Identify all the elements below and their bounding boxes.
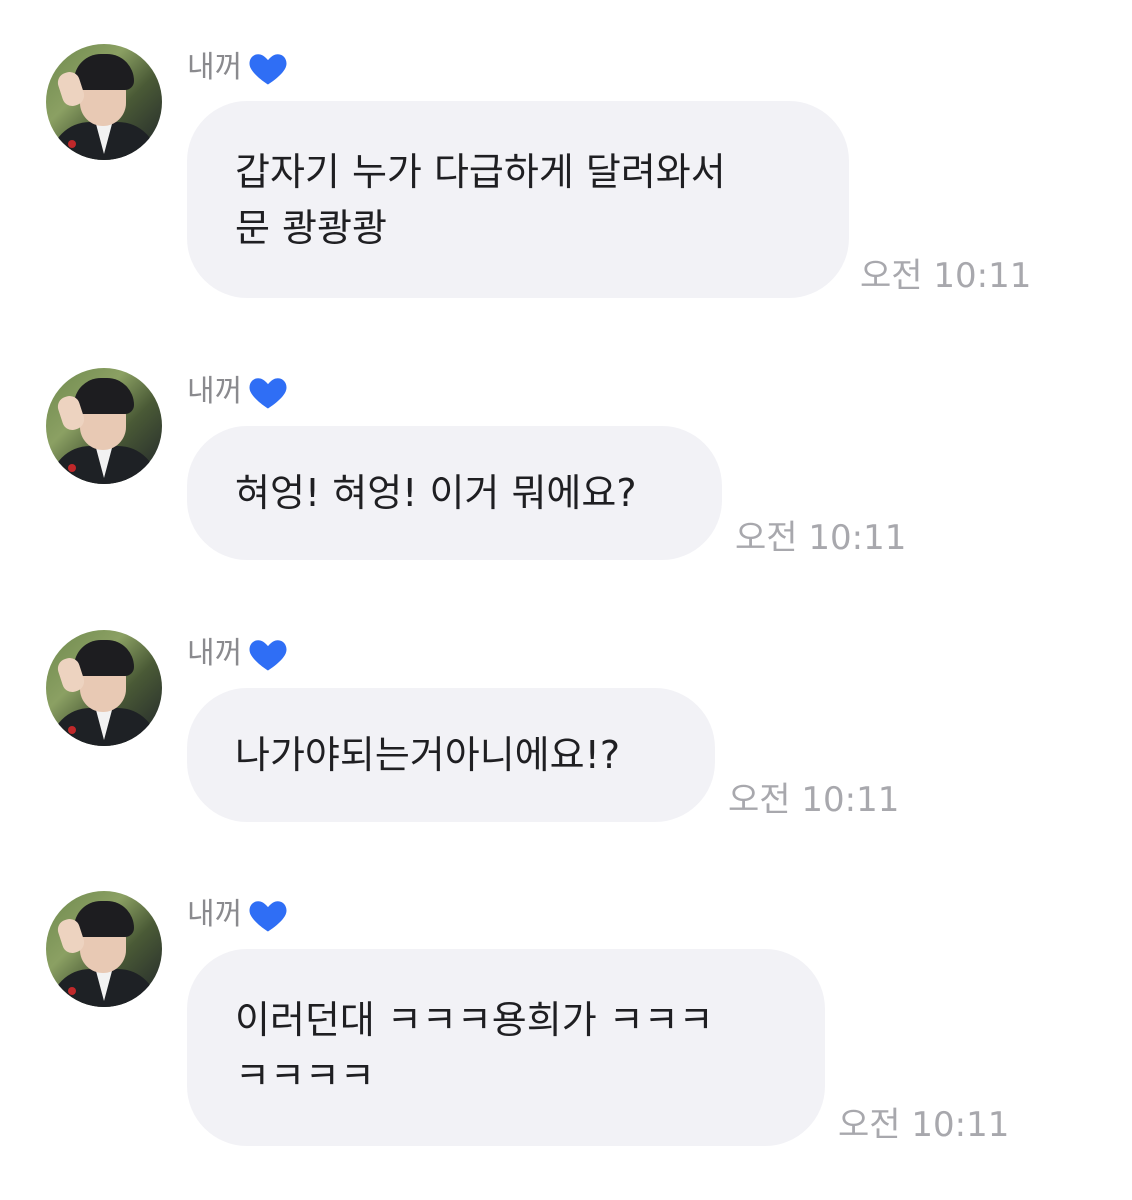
message-line: 문 쾅쾅쾅 [235,205,387,250]
sender-name: 내꺼 [187,370,290,414]
avatar[interactable] [46,630,162,746]
message-line: 나가야되는거아니에요!? [235,733,621,777]
message-bubble[interactable]: 이러던대 ㅋㅋㅋ용희가 ㅋㅋㅋ ㅋㅋㅋㅋ [187,949,825,1146]
sender-name: 내꺼 [187,46,290,90]
avatar[interactable] [46,368,162,484]
avatar[interactable] [46,44,162,160]
sender-name-text: 내꺼 [187,374,243,409]
message-bubble[interactable]: 나가야되는거아니에요!? [187,688,715,822]
sender-name-text: 내꺼 [187,50,243,85]
sender-name: 내꺼 [187,632,290,676]
message-time: 오전 10:11 [735,518,907,558]
message-line: 갑자기 누가 다급하게 달려와서 [235,149,726,194]
sender-name-text: 내꺼 [187,897,243,932]
message-bubble[interactable]: 갑자기 누가 다급하게 달려와서 문 쾅쾅쾅 [187,101,849,298]
message-bubble[interactable]: 혀엉! 혀엉! 이거 뭐에요? [187,426,722,560]
message-time: 오전 10:11 [860,256,1032,296]
blue-heart-icon [249,378,287,409]
message-line: 이러던대 ㅋㅋㅋ용희가 ㅋㅋㅋ [235,997,714,1042]
message-line: ㅋㅋㅋㅋ [235,1053,375,1098]
blue-heart-icon [249,640,287,671]
sender-name: 내꺼 [187,893,290,937]
message-line: 혀엉! 혀엉! 이거 뭐에요? [235,471,637,515]
blue-heart-icon [249,54,287,85]
sender-name-text: 내꺼 [187,636,243,671]
blue-heart-icon [249,901,287,932]
message-time: 오전 10:11 [728,780,900,820]
message-time: 오전 10:11 [838,1105,1010,1145]
avatar[interactable] [46,891,162,1007]
